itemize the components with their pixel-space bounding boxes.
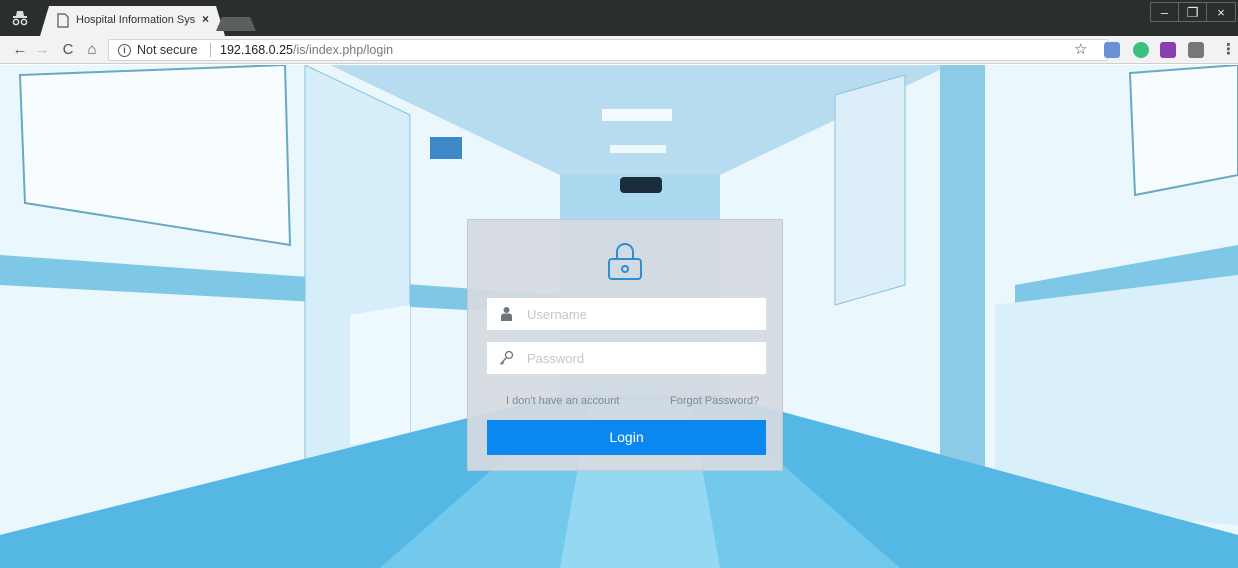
no-account-link[interactable]: I don't have an account: [506, 395, 619, 407]
home-button[interactable]: ⌂: [82, 40, 102, 60]
url-path: /is/index.php/login: [293, 43, 394, 57]
incognito-icon: [12, 11, 28, 26]
user-icon: [501, 307, 512, 321]
translate-icon[interactable]: [1104, 42, 1120, 58]
password-input[interactable]: [527, 342, 757, 374]
reload-button[interactable]: C: [58, 40, 78, 60]
key-icon: [500, 350, 514, 365]
new-tab-button[interactable]: [216, 17, 256, 31]
lock-icon: [608, 243, 642, 280]
login-panel: I don't have an account Forgot Password?…: [467, 219, 783, 471]
username-input[interactable]: [527, 298, 757, 330]
url-host: 192.168.0.25: [220, 43, 293, 57]
forgot-password-link[interactable]: Forgot Password?: [670, 395, 759, 407]
forward-button[interactable]: →: [32, 40, 52, 60]
tab-close-icon[interactable]: ×: [202, 12, 209, 26]
page-icon: [57, 13, 69, 28]
address-bar[interactable]: i Not secure 192.168.0.25/is/index.php/l…: [108, 39, 1108, 61]
shield-icon[interactable]: [1188, 42, 1204, 58]
url-text[interactable]: 192.168.0.25/is/index.php/login: [220, 43, 393, 57]
password-field[interactable]: [487, 342, 766, 374]
back-button[interactable]: ←: [10, 40, 30, 60]
browser-tab[interactable]: Hospital Information Sys ×: [40, 6, 225, 36]
browser-titlebar: Hospital Information Sys × – ❐ ×: [0, 0, 1238, 36]
username-field[interactable]: [487, 298, 766, 330]
browser-toolbar: ← → C ⌂ i Not secure 192.168.0.25/is/ind…: [0, 36, 1238, 64]
bookmark-star-icon[interactable]: ☆: [1074, 40, 1087, 58]
tab-title: Hospital Information Sys: [76, 14, 196, 26]
minimize-button[interactable]: –: [1150, 2, 1178, 22]
security-label[interactable]: Not secure: [137, 43, 197, 57]
grammarly-icon[interactable]: [1133, 42, 1149, 58]
login-button[interactable]: Login: [487, 420, 766, 455]
maximize-button[interactable]: ❐: [1178, 2, 1206, 22]
browser-menu-icon[interactable]: ⋮: [1221, 40, 1236, 58]
address-separator: [210, 43, 211, 57]
close-window-button[interactable]: ×: [1206, 2, 1236, 22]
login-page: I don't have an account Forgot Password?…: [0, 65, 1238, 568]
info-icon[interactable]: i: [118, 44, 131, 57]
onenote-icon[interactable]: [1160, 42, 1176, 58]
